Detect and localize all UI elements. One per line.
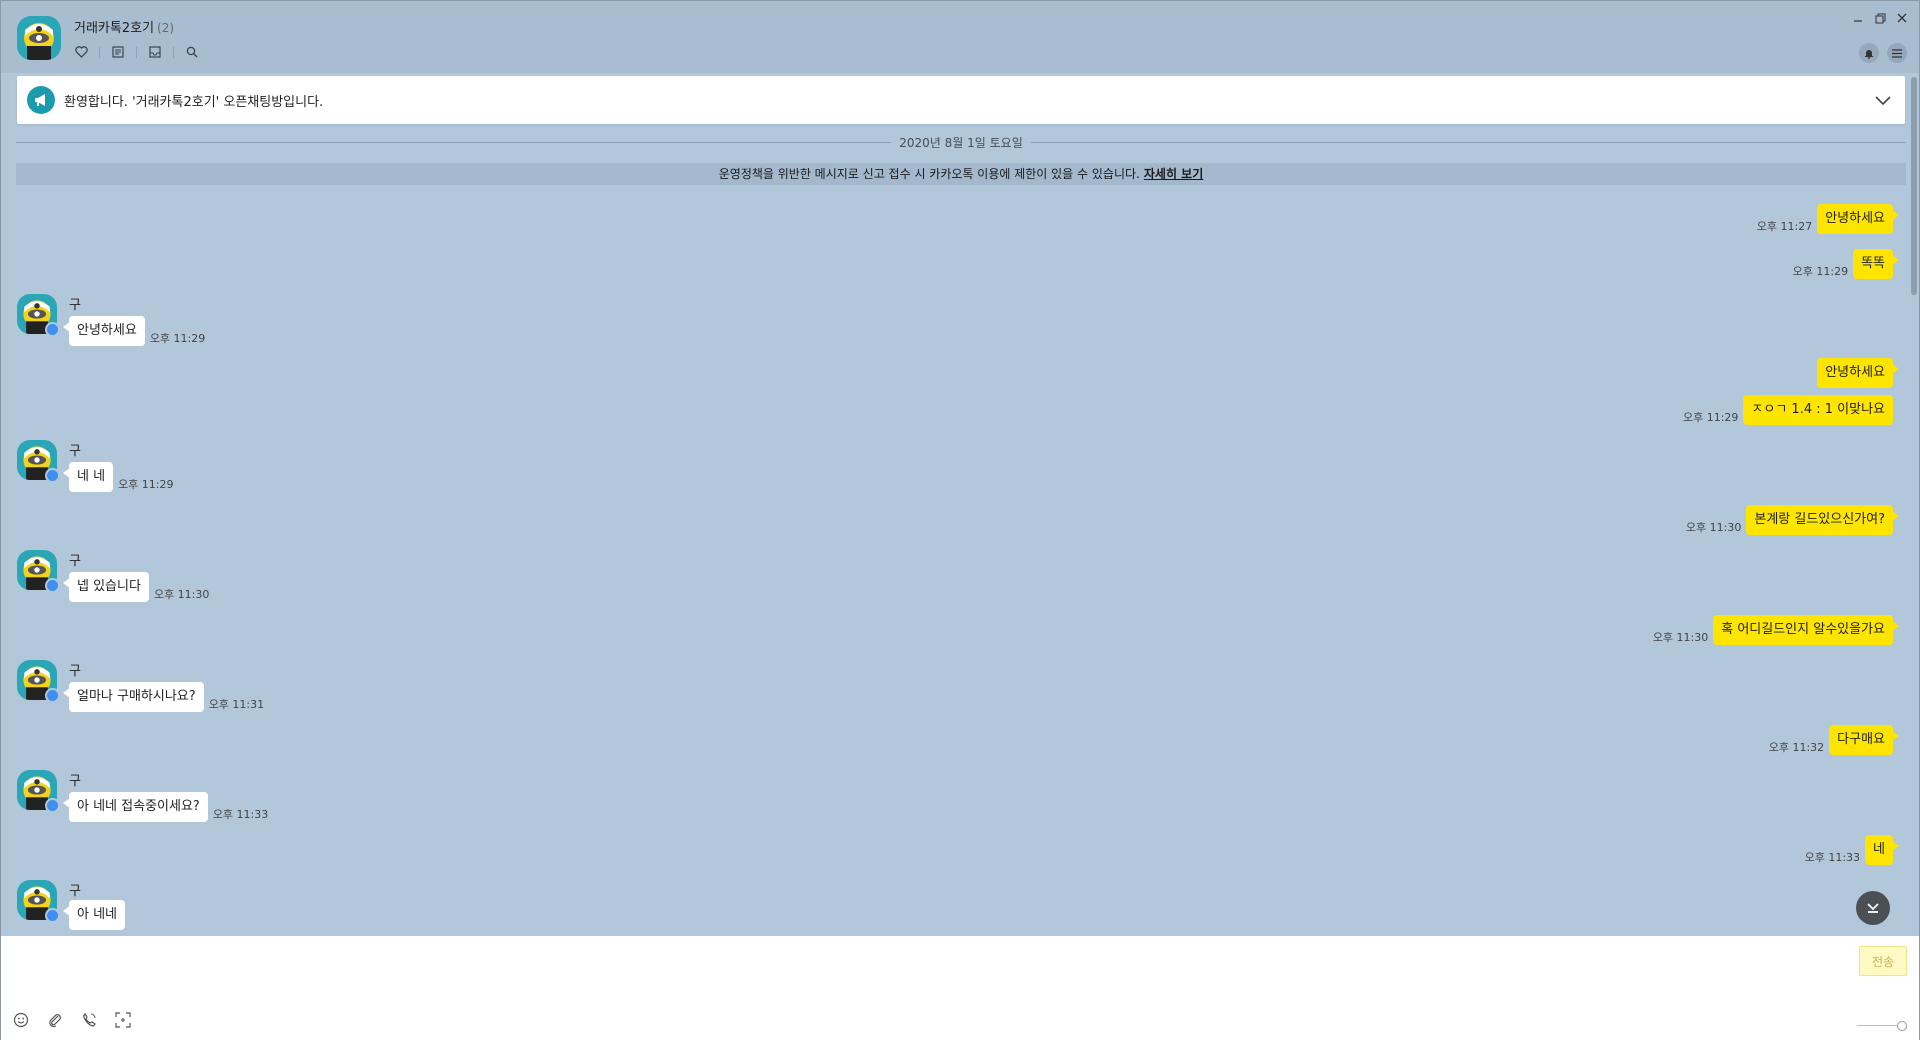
font-size-slider[interactable] (1857, 1020, 1907, 1032)
my-message: 안녕하세요 (1807, 358, 1899, 388)
my-message: 오후 11:32 다구매요 (1764, 725, 1899, 755)
scroll-thumb[interactable] (1911, 77, 1917, 295)
other-message: 얼마나 구매하시나요? 오후 11:31 (63, 682, 269, 712)
my-message-bubble[interactable]: 네 (1865, 835, 1899, 865)
other-message-bubble[interactable]: 얼마나 구매하시나요? (63, 682, 204, 712)
message-time: 오후 11:30 (153, 588, 210, 601)
my-message-bubble[interactable]: 본계랑 길드있으신가여? (1746, 505, 1899, 535)
policy-notice: 운영정책을 위반한 메시지로 신고 접수 시 카카오톡 이용에 제한이 있을 수… (16, 163, 1906, 185)
my-message-bubble[interactable]: ㅈㅇㄱ 1.4 : 1 이맞나요 (1743, 395, 1893, 425)
other-message: 아 네네 접속중이세요? 오후 11:33 (63, 792, 273, 822)
close-icon[interactable] (1895, 11, 1909, 25)
my-message: 오후 11:30 본계랑 길드있으신가여? (1681, 505, 1899, 535)
crown-badge-icon (45, 578, 60, 593)
double-chevron-down-icon (1867, 903, 1879, 913)
crown-badge-icon (45, 468, 60, 483)
chevron-down-icon[interactable] (1873, 90, 1893, 110)
search-icon[interactable] (184, 44, 200, 60)
other-message-bubble[interactable]: 아 네네 접속중이세요? (63, 792, 208, 822)
room-title-text: 거래카톡2호기 (74, 21, 155, 36)
sender-name: 구 (69, 664, 81, 679)
my-message-bubble[interactable]: 똑똑 (1853, 249, 1899, 279)
message-time: 오후 11:29 (149, 332, 206, 345)
notice-text: 환영합니다. '거래카톡2호기' 오픈채팅방입니다. (64, 95, 324, 110)
sender-name: 구 (69, 298, 81, 313)
megaphone-icon (27, 86, 55, 114)
my-message: 오후 11:29 똑똑 (1788, 249, 1899, 279)
minimize-icon[interactable] (1851, 11, 1865, 25)
restore-icon[interactable] (1873, 11, 1887, 25)
message-time: 오후 11:29 (1682, 411, 1739, 424)
message-time: 오후 11:30 (1652, 631, 1709, 644)
bell-icon[interactable] (1859, 43, 1879, 63)
header-toolbar (73, 44, 200, 60)
other-message: 아 네네 (62, 900, 126, 930)
policy-text: 운영정책을 위반한 메시지로 신고 접수 시 카카오톡 이용에 제한이 있을 수… (718, 167, 1140, 181)
room-title: 거래카톡2호기 (2) (74, 17, 174, 36)
my-message-bubble[interactable]: 혹 어디길드인지 알수있을가요 (1713, 615, 1899, 645)
my-message-bubble[interactable]: 다구매요 (1829, 725, 1899, 755)
other-message: 넵 있습니다 오후 11:30 (63, 572, 214, 602)
sender-name: 구 (69, 444, 81, 459)
message-input[interactable] (13, 944, 1843, 1004)
notice-banner[interactable]: 환영합니다. '거래카톡2호기' 오픈채팅방입니다. (17, 76, 1905, 124)
window-controls (1851, 11, 1909, 25)
sender-name: 구 (69, 774, 81, 789)
chat-window: 거래카톡2호기 (2) 환영합니다. '거래카톡2호기' 오픈채팅방입니다. 2… (0, 0, 1920, 1040)
scroll-to-bottom-button[interactable] (1856, 891, 1890, 925)
sender-name: 구 (69, 554, 81, 569)
my-message: 오후 11:33 네 (1800, 835, 1899, 865)
message-time: 오후 11:29 (1792, 265, 1849, 278)
my-message: 오후 11:27 안녕하세요 (1752, 204, 1899, 234)
date-divider-text: 2020년 8월 1일 토요일 (891, 134, 1031, 151)
toolbar-divider (99, 46, 100, 58)
message-time: 오후 11:31 (208, 698, 265, 711)
toolbar-divider (173, 46, 174, 58)
my-message-bubble[interactable]: 안녕하세요 (1817, 204, 1899, 234)
message-time: 오후 11:33 (1804, 851, 1861, 864)
message-time: 오후 11:32 (1768, 741, 1825, 754)
chat-header: 거래카톡2호기 (2) (1, 1, 1919, 73)
message-time: 오후 11:27 (1756, 220, 1813, 233)
message-time: 오후 11:33 (212, 808, 269, 821)
notice-board-icon[interactable] (110, 44, 126, 60)
date-divider: 2020년 8월 1일 토요일 (1, 134, 1920, 151)
menu-icon[interactable] (1887, 43, 1907, 63)
my-message: 오후 11:30 혹 어디길드인지 알수있을가요 (1648, 615, 1899, 645)
policy-details-link[interactable]: 자세히 보기 (1144, 167, 1203, 181)
room-avatar[interactable] (17, 16, 61, 60)
other-message-bubble[interactable]: 안녕하세요 (63, 316, 145, 346)
message-time: 오후 11:30 (1685, 521, 1742, 534)
chat-scrollbar[interactable] (1909, 77, 1917, 935)
screen-capture-icon[interactable] (113, 1010, 133, 1030)
call-icon[interactable] (79, 1010, 99, 1030)
my-message-bubble[interactable]: 안녕하세요 (1817, 358, 1899, 388)
my-message: 오후 11:29 ㅈㅇㄱ 1.4 : 1 이맞나요 (1678, 395, 1893, 425)
crown-badge-icon (45, 908, 60, 923)
message-composer: 전송 (1, 936, 1919, 1040)
member-count: (2) (157, 21, 175, 35)
heart-icon[interactable] (73, 44, 89, 60)
emoticon-icon[interactable] (11, 1010, 31, 1030)
message-time: 오후 11:29 (118, 478, 174, 491)
crown-badge-icon (45, 322, 60, 337)
send-button[interactable]: 전송 (1859, 946, 1907, 976)
drawer-icon[interactable] (147, 44, 163, 60)
composer-toolbar (11, 1010, 133, 1030)
other-message-bubble[interactable]: 네 네 (62, 462, 114, 492)
other-message-bubble[interactable]: 아 네네 (62, 900, 126, 930)
other-message-bubble[interactable]: 넵 있습니다 (63, 572, 149, 602)
other-message: 네 네 오후 11:29 (62, 462, 179, 492)
attach-file-icon[interactable] (45, 1010, 65, 1030)
sender-name: 구 (69, 884, 81, 899)
crown-badge-icon (45, 798, 60, 813)
slider-knob[interactable] (1897, 1021, 1907, 1031)
other-message: 안녕하세요 오후 11:29 (63, 316, 210, 346)
header-actions (1859, 43, 1907, 63)
toolbar-divider (136, 46, 137, 58)
crown-badge-icon (45, 688, 60, 703)
